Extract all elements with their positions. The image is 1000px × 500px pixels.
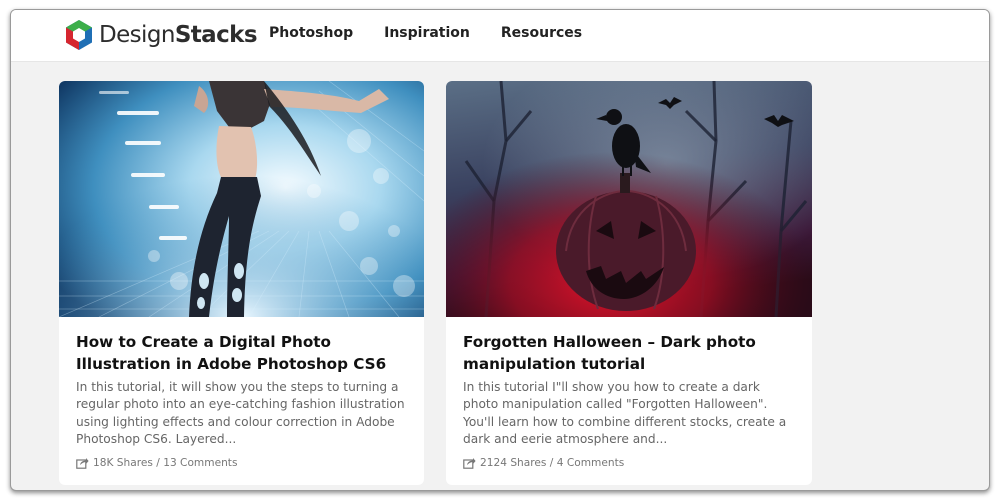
designstacks-logo-icon — [66, 20, 92, 50]
article-excerpt: In this tutorial, it will show you the s… — [76, 380, 405, 446]
share-count: 2124 Shares — [480, 457, 547, 470]
article-meta: 18K Shares / 13 Comments — [76, 457, 406, 469]
comment-count[interactable]: 13 Comments — [163, 457, 237, 469]
halloween-raven-pumpkin-icon — [446, 81, 812, 317]
meta-separator: / — [546, 457, 557, 470]
dancer-illustration-icon — [59, 81, 424, 317]
brand-name-bold: Stacks — [174, 22, 258, 48]
comment-count[interactable]: 4 Comments — [557, 457, 625, 469]
article-title[interactable]: How to Create a Digital Photo Illustrati… — [76, 331, 406, 375]
article-meta: 2124 Shares / 4 Comments — [463, 457, 794, 469]
brand-name-light: Design — [99, 22, 175, 48]
article-card: Forgotten Halloween – Dark photo manipul… — [446, 81, 812, 485]
brand-logo[interactable]: DesignStacks — [63, 19, 258, 51]
article-excerpt: In this tutorial I"ll show you how to cr… — [463, 380, 787, 446]
share-icon — [76, 457, 89, 469]
share-count: 18K Shares — [93, 457, 153, 470]
article-card-body: How to Create a Digital Photo Illustrati… — [59, 317, 424, 469]
browser-frame: DesignStacks Photoshop Inspiration Resou… — [10, 9, 990, 491]
brand-name: DesignStacks — [99, 22, 258, 48]
article-thumbnail[interactable] — [446, 81, 812, 317]
nav-item-inspiration[interactable]: Inspiration — [384, 25, 470, 41]
article-card: How to Create a Digital Photo Illustrati… — [59, 81, 424, 485]
article-card-body: Forgotten Halloween – Dark photo manipul… — [446, 317, 812, 469]
site-header: DesignStacks Photoshop Inspiration Resou… — [11, 10, 989, 62]
article-thumbnail[interactable] — [59, 81, 424, 317]
main-nav: Photoshop Inspiration Resources — [269, 25, 613, 41]
meta-separator: / — [152, 457, 164, 470]
article-title[interactable]: Forgotten Halloween – Dark photo manipul… — [463, 331, 794, 375]
nav-item-photoshop[interactable]: Photoshop — [269, 25, 353, 41]
share-icon — [463, 457, 476, 469]
nav-item-resources[interactable]: Resources — [501, 25, 582, 41]
